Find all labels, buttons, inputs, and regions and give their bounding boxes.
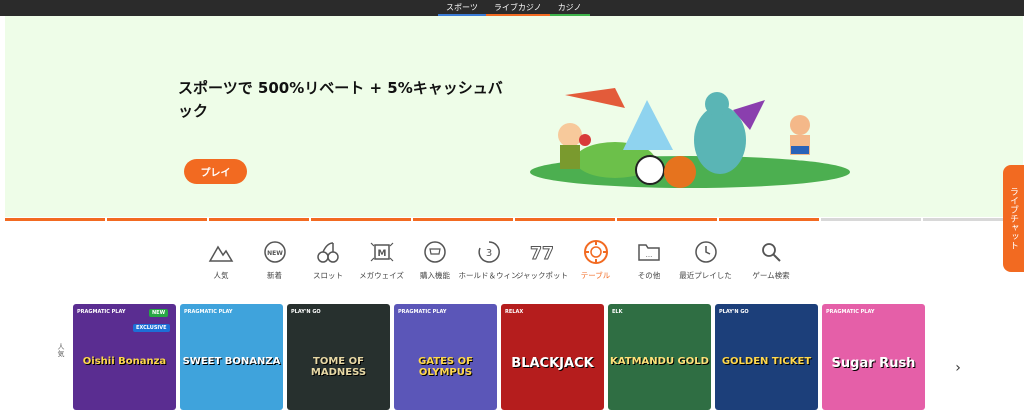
progress-segment xyxy=(821,218,921,221)
topnav-casino[interactable]: カジノ xyxy=(549,0,590,16)
banner-title: スポーツで 500%リベート + 5%キャッシュバック xyxy=(178,79,503,120)
category-buy-feature[interactable]: 購入機能 xyxy=(409,238,461,286)
category-bar: 人気 NEW 新着 スロット M メガウェイズ 購入機能 3 ホールド＆ウィン … xyxy=(195,238,835,286)
progress-segment xyxy=(107,218,207,221)
category-label: ジャックポット xyxy=(515,271,569,280)
svg-text:NEW: NEW xyxy=(267,250,283,257)
category-label: 人気 xyxy=(213,271,229,280)
game-title: GATES OF OLYMPUS xyxy=(418,356,473,378)
game-tile[interactable]: RELAX BLACKJACK xyxy=(501,304,604,410)
progress-segment xyxy=(719,218,819,221)
cherry-icon xyxy=(314,238,342,266)
topnav-live-casino[interactable]: ライブカジノ xyxy=(485,0,550,16)
game-provider: RELAX xyxy=(505,309,524,315)
banner-progress xyxy=(5,218,1023,221)
banner-illustration xyxy=(530,88,850,188)
clock-icon xyxy=(692,238,720,266)
category-label: テーブル xyxy=(580,271,611,280)
game-tile[interactable]: PLAY'N GO TOME OF MADNESS xyxy=(287,304,390,410)
progress-segment xyxy=(209,218,309,221)
game-tile[interactable]: PRAGMATIC PLAY GATES OF OLYMPUS xyxy=(394,304,497,410)
category-hold-win[interactable]: 3 ホールド＆ウィン xyxy=(459,238,519,286)
top-nav: スポーツ ライブカジノ カジノ xyxy=(438,0,590,16)
category-jackpot[interactable]: 77 ジャックポット xyxy=(516,238,568,286)
category-other[interactable]: ... その他 xyxy=(623,238,675,286)
category-label: スロット xyxy=(313,271,343,280)
progress-segment xyxy=(5,218,105,221)
category-label: 新着 xyxy=(267,271,282,280)
game-provider: PLAY'N GO xyxy=(719,309,749,315)
game-tile[interactable]: PRAGMATIC PLAY Sugar Rush xyxy=(822,304,925,410)
game-title: TOME OF MADNESS xyxy=(310,356,367,378)
category-slots[interactable]: スロット xyxy=(302,238,354,286)
exclusive-badge: EXCLUSIVE xyxy=(133,324,170,332)
category-new[interactable]: NEW 新着 xyxy=(249,238,301,286)
progress-segment xyxy=(413,218,513,221)
category-label: 購入機能 xyxy=(420,271,450,280)
game-tile[interactable]: ELK KATMANDU GOLD xyxy=(608,304,711,410)
game-provider: PRAGMATIC PLAY xyxy=(826,309,875,315)
game-title: BLACKJACK xyxy=(511,356,594,371)
seven-icon: 77 xyxy=(528,238,556,266)
category-recent[interactable]: 最近プレイした xyxy=(677,238,735,286)
game-carousel: PRAGMATIC PLAY NEW EXCLUSIVE Oishii Bonanza… xyxy=(73,304,953,410)
game-tile[interactable]: PRAGMATIC PLAY SWEET BONANZA xyxy=(180,304,283,410)
game-title: Oishii Bonanza xyxy=(82,356,167,367)
game-provider: PLAY'N GO xyxy=(291,309,321,315)
section-label-popular: 人気 xyxy=(57,343,65,357)
promo-banner[interactable]: スポーツで 500%リベート + 5%キャッシュバック プレイ xyxy=(5,16,1023,217)
category-table[interactable]: テーブル xyxy=(570,238,622,286)
game-tile[interactable]: PRAGMATIC PLAY NEW EXCLUSIVE Oishii Bonanza xyxy=(73,304,176,410)
new-badge-icon: NEW xyxy=(261,238,289,266)
cart-icon xyxy=(421,238,449,266)
svg-text:3: 3 xyxy=(485,248,491,259)
category-label: ホールド＆ウィン xyxy=(458,271,519,280)
search-icon xyxy=(757,238,785,266)
chip-icon xyxy=(582,238,610,266)
game-title: KATMANDU GOLD xyxy=(610,356,709,367)
category-label: メガウェイズ xyxy=(359,271,404,280)
game-title: Sugar Rush xyxy=(831,356,916,371)
game-provider: PRAGMATIC PLAY xyxy=(184,309,233,315)
game-tile[interactable]: PLAY'N GO GOLDEN TICKET xyxy=(715,304,818,410)
megaways-icon: M xyxy=(368,238,396,266)
category-label: その他 xyxy=(637,271,661,280)
play-button[interactable]: プレイ xyxy=(184,159,247,184)
game-provider: ELK xyxy=(612,309,623,315)
progress-segment xyxy=(515,218,615,221)
new-badge: NEW xyxy=(149,309,169,317)
category-label: 最近プレイした xyxy=(679,271,732,280)
folder-icon: ... xyxy=(635,238,663,266)
top-bar: スポーツ ライブカジノ カジノ xyxy=(0,0,1024,16)
game-provider: PRAGMATIC PLAY xyxy=(398,309,447,315)
category-search[interactable]: ゲーム検索 xyxy=(736,238,806,286)
game-title: GOLDEN TICKET xyxy=(721,356,812,367)
svg-text:M: M xyxy=(377,249,386,259)
game-title: SWEET BONANZA xyxy=(182,356,281,367)
progress-segment xyxy=(617,218,717,221)
hold-win-icon: 3 xyxy=(475,238,503,266)
mountain-icon xyxy=(207,238,235,266)
topnav-sports[interactable]: スポーツ xyxy=(438,0,486,16)
progress-segment xyxy=(311,218,411,221)
category-popular[interactable]: 人気 xyxy=(195,238,247,286)
svg-text:...: ... xyxy=(646,251,653,259)
category-label: ゲーム検索 xyxy=(752,271,790,280)
game-provider: PRAGMATIC PLAY xyxy=(77,309,126,315)
category-megaways[interactable]: M メガウェイズ xyxy=(356,238,408,286)
live-chat-button[interactable]: ライブチャット xyxy=(1003,165,1024,272)
svg-text:77: 77 xyxy=(530,244,554,264)
